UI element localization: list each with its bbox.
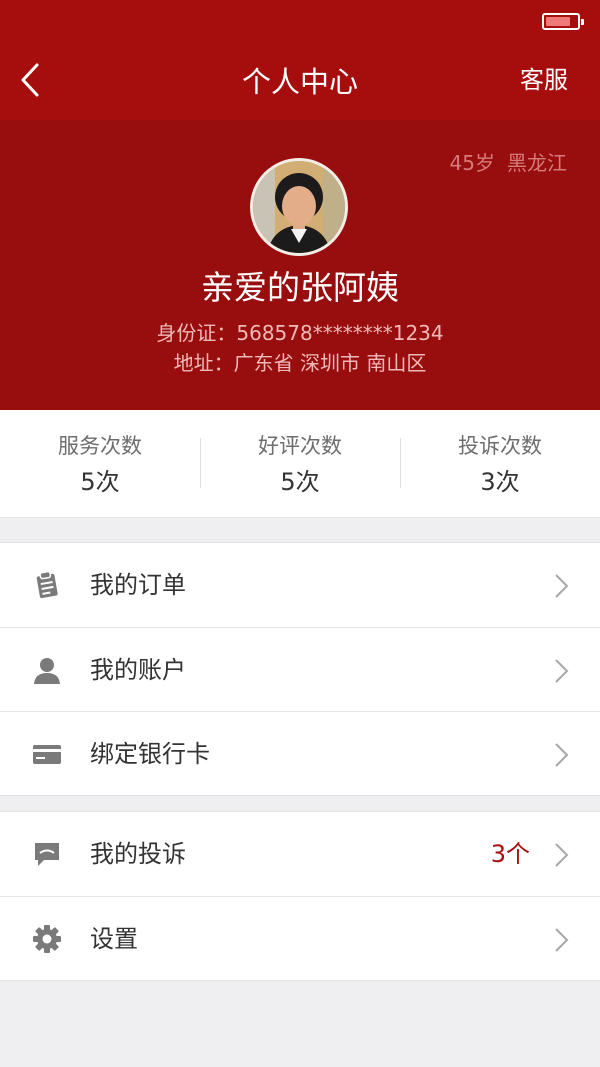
page-title: 个人中心 bbox=[241, 65, 358, 99]
chat-icon bbox=[32, 839, 62, 869]
id-number: 身份证：568578********1234 bbox=[156, 321, 444, 345]
menu-item-my-complaints[interactable]: 我的投诉 3个 bbox=[0, 812, 600, 896]
menu-item-label: 绑定银行卡 bbox=[90, 739, 210, 768]
stat-label: 服务次数 bbox=[58, 434, 142, 458]
menu-item-label: 设置 bbox=[90, 924, 138, 953]
stats-bar: 服务次数 5次 好评次数 5次 投诉次数 3次 bbox=[0, 410, 600, 518]
menu-item-label: 我的投诉 bbox=[90, 840, 186, 868]
menu-group-other: 我的投诉 3个 设置 bbox=[0, 811, 600, 981]
stat-value: 5次 bbox=[80, 468, 120, 496]
stat-label: 好评次数 bbox=[258, 434, 342, 458]
chevron-right-icon bbox=[555, 659, 569, 683]
menu-item-my-account[interactable]: 我的账户 bbox=[0, 627, 600, 711]
chevron-right-icon bbox=[555, 743, 569, 767]
stat-service-count[interactable]: 服务次数 5次 bbox=[0, 410, 200, 517]
menu-group-account: 我的订单 我的账户 绑定银行卡 bbox=[0, 542, 600, 796]
menu-item-bind-bank-card[interactable]: 绑定银行卡 bbox=[0, 711, 600, 795]
region-text: 黑龙江 bbox=[507, 151, 567, 175]
menu-item-settings[interactable]: 设置 bbox=[0, 896, 600, 980]
user-name: 亲爱的张阿姨 bbox=[201, 268, 399, 307]
profile-card: 45岁 黑龙江 亲爱的张阿姨 身份证：568578********1234 地址：… bbox=[0, 120, 600, 410]
clipboard-icon bbox=[32, 570, 62, 600]
card-icon bbox=[32, 739, 62, 769]
menu-item-label: 我的账户 bbox=[90, 655, 186, 684]
profile-meta: 45岁 黑龙江 bbox=[450, 147, 567, 176]
stat-label: 投诉次数 bbox=[458, 434, 542, 458]
age-text: 45岁 bbox=[449, 151, 495, 175]
address: 地址：广东省 深圳市 南山区 bbox=[173, 351, 427, 375]
menu-item-label: 我的订单 bbox=[90, 571, 186, 599]
stat-good-review-count[interactable]: 好评次数 5次 bbox=[200, 410, 400, 517]
chevron-right-icon bbox=[555, 843, 569, 867]
chevron-right-icon bbox=[555, 574, 569, 598]
complaint-count-badge: 3个 bbox=[490, 840, 530, 868]
gear-icon bbox=[32, 924, 62, 954]
chevron-right-icon bbox=[555, 928, 569, 952]
stat-value: 5次 bbox=[280, 468, 320, 496]
battery-icon bbox=[542, 13, 584, 30]
stat-complaint-count[interactable]: 投诉次数 3次 bbox=[400, 410, 600, 517]
menu-item-my-orders[interactable]: 我的订单 bbox=[0, 543, 600, 627]
top-bar: 个人中心 客服 bbox=[0, 0, 600, 120]
user-icon bbox=[32, 655, 62, 685]
stat-value: 3次 bbox=[480, 468, 520, 496]
avatar-portrait-icon bbox=[253, 161, 345, 253]
avatar[interactable] bbox=[250, 158, 348, 256]
customer-service-button[interactable]: 客服 bbox=[520, 58, 568, 102]
